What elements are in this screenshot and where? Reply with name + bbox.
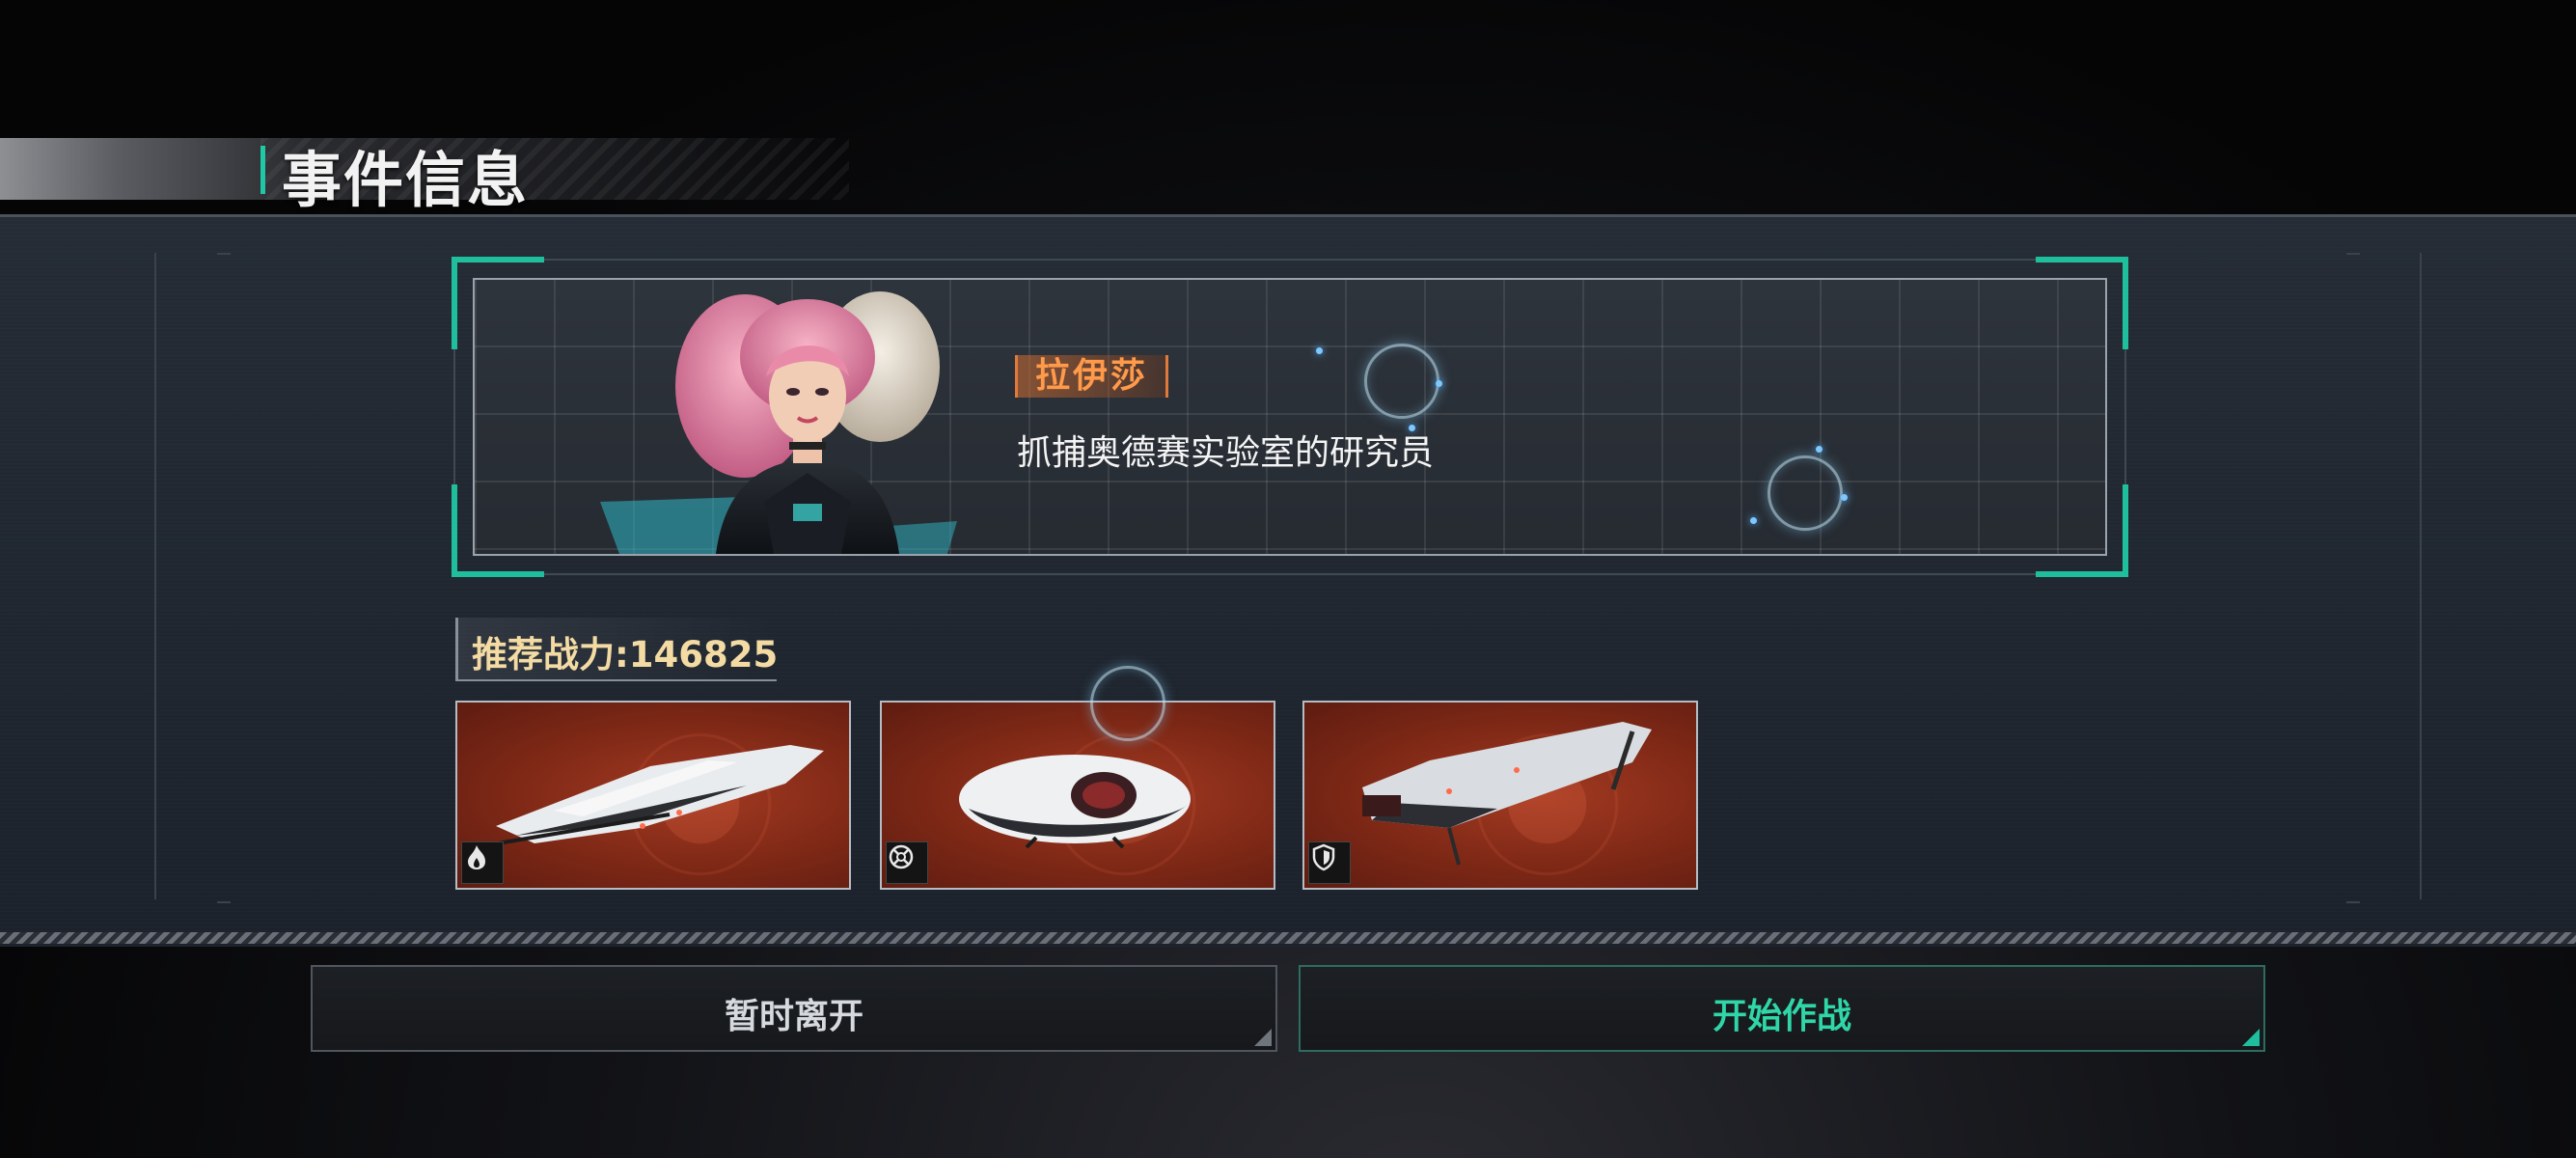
- spark-decor: [1816, 446, 1822, 453]
- ship-card-3[interactable]: [1302, 701, 1698, 890]
- spark-decor: [1436, 380, 1442, 387]
- ship-card-1[interactable]: [455, 701, 851, 890]
- flame-icon: [461, 841, 504, 884]
- panel-tick-tr: [2346, 253, 2360, 255]
- spark-decor: [1316, 347, 1323, 354]
- leave-button-label: 暂时离开: [724, 997, 863, 1036]
- panel-right-deco: [2420, 253, 2422, 899]
- button-corner-mark: [2242, 1029, 2260, 1046]
- panel-tick-br: [2346, 901, 2360, 903]
- panel-tick-tl: [217, 253, 231, 255]
- page-title: 事件信息: [282, 145, 530, 215]
- panel-left-deco: [154, 253, 156, 899]
- ship-card-2[interactable]: [880, 701, 1275, 890]
- character-grid-panel: [473, 278, 2107, 556]
- title-accent-bar: [260, 146, 265, 194]
- spark-decor: [1841, 494, 1848, 501]
- bubble-decor: [1364, 344, 1439, 419]
- character-portrait: [600, 291, 957, 554]
- crosshair-icon: [886, 841, 928, 884]
- panel-bottom-hatch: [0, 932, 2576, 944]
- leave-button[interactable]: 暂时离开: [311, 965, 1277, 1052]
- shield-icon: [1308, 841, 1351, 884]
- panel-tick-bl: [217, 901, 231, 903]
- spark-decor: [1750, 517, 1757, 524]
- button-corner-mark: [1254, 1029, 1272, 1046]
- bubble-decor: [1090, 666, 1165, 741]
- ship-1-illustration: [485, 745, 824, 847]
- character-description: 抓捕奥德赛实验室的研究员: [1017, 433, 1435, 473]
- ship-2-illustration: [959, 755, 1191, 849]
- character-card: [452, 257, 2128, 577]
- bubble-decor: [1768, 455, 1843, 531]
- start-battle-button-label: 开始作战: [1712, 997, 1851, 1036]
- start-battle-button[interactable]: 开始作战: [1299, 965, 2265, 1052]
- ship-3-illustration: [1362, 722, 1652, 866]
- recommended-power: 推荐战力:146825: [472, 634, 779, 676]
- character-name: 拉伊莎: [1015, 355, 1169, 398]
